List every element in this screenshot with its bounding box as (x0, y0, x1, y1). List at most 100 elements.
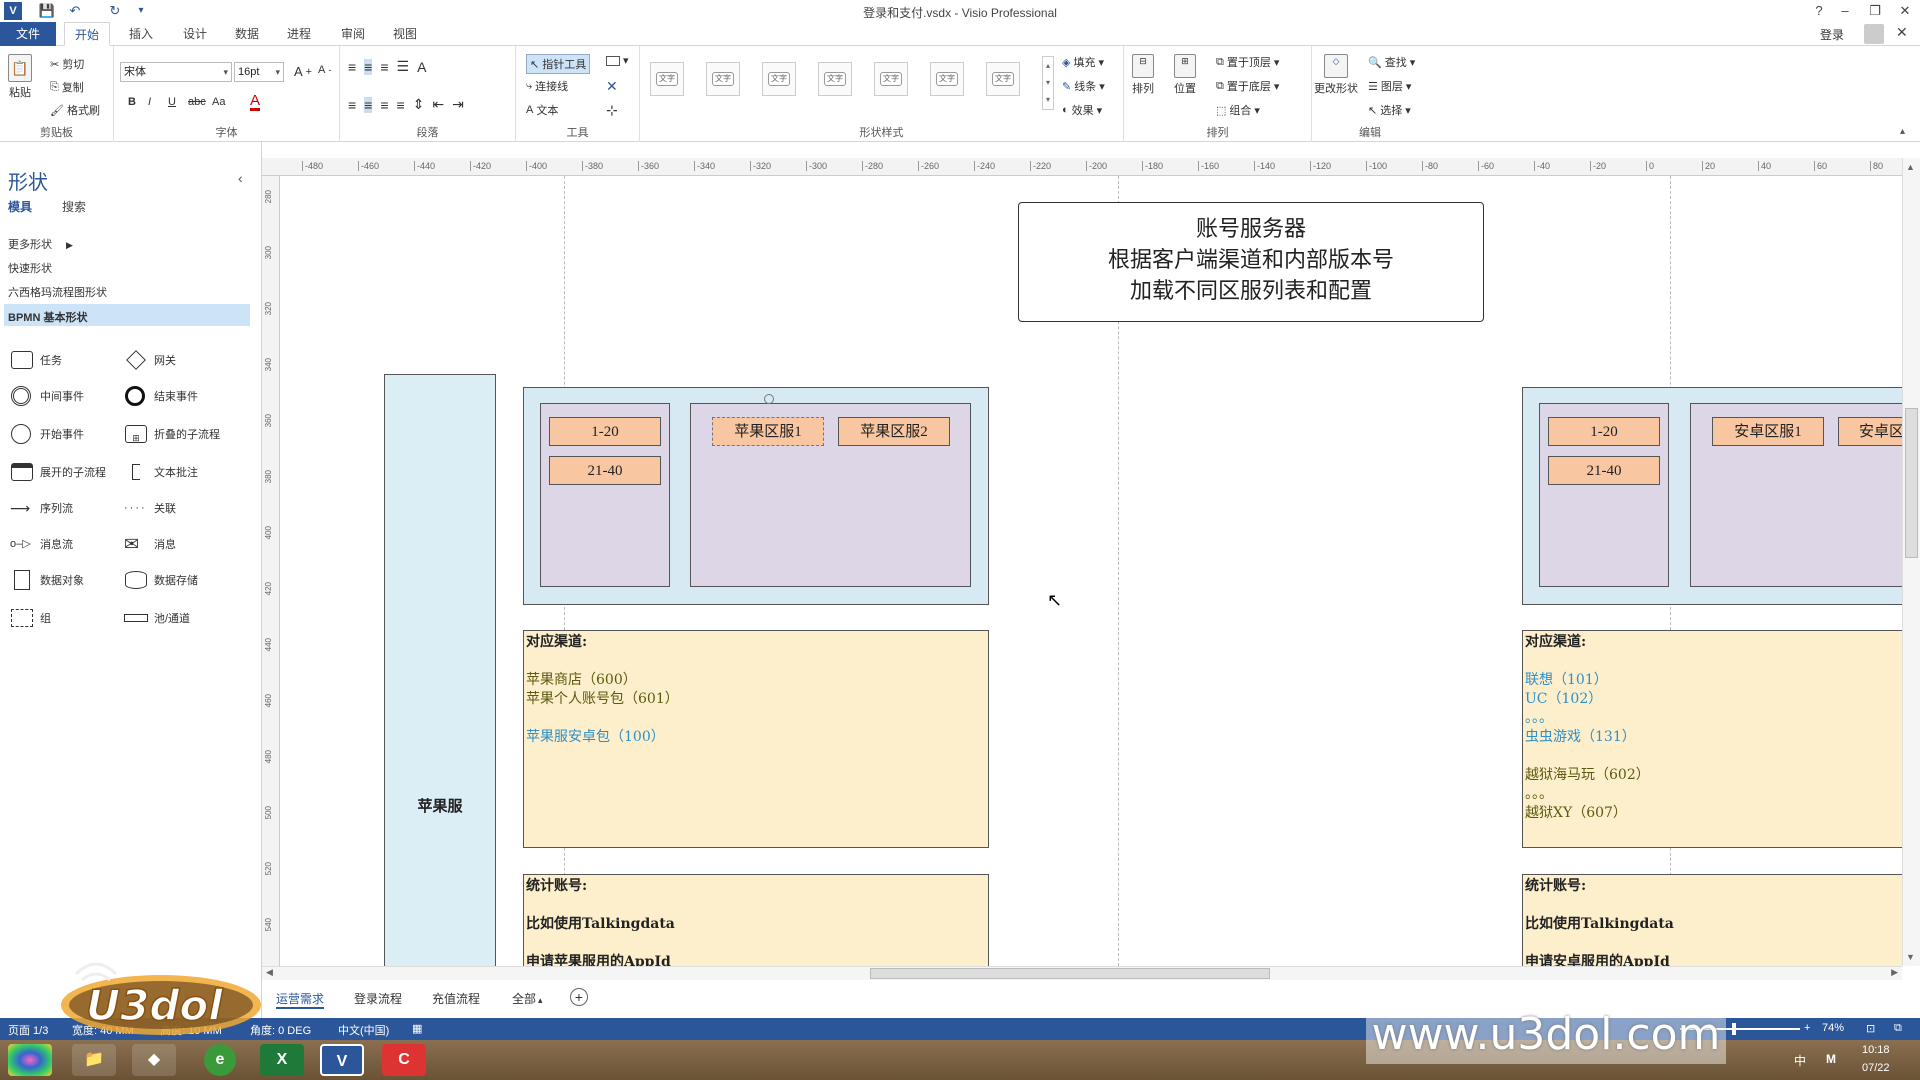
rotation-handle-icon[interactable] (764, 394, 774, 404)
italic-button[interactable]: I (148, 96, 151, 108)
tab-process[interactable]: 进程 (276, 22, 322, 46)
vertical-scroll-thumb[interactable] (1905, 408, 1918, 558)
clock-date[interactable]: 07/22 (1862, 1062, 1890, 1074)
tab-data[interactable]: 数据 (224, 22, 270, 46)
tab-design[interactable]: 设计 (172, 22, 218, 46)
more-shapes-link[interactable]: 更多形状 ▶ (8, 236, 73, 252)
fill-button[interactable]: ◈ 填充 ▾ (1062, 54, 1104, 70)
delete-connector-icon[interactable]: ✕ (606, 78, 618, 95)
find-button[interactable]: 🔍 查找 ▾ (1368, 54, 1415, 70)
effects-button[interactable]: ◐ 效果 ▾ (1062, 102, 1102, 118)
clock-time[interactable]: 10:18 (1862, 1044, 1890, 1056)
shape-data-store[interactable]: 数据存储 (124, 570, 198, 590)
align-center-icon[interactable]: ≡ (364, 96, 373, 113)
text-tool-button[interactable]: A 文本 (526, 102, 558, 118)
apple-range-1-20[interactable]: 1-20 (549, 417, 661, 446)
zoom-slider-thumb[interactable] (1732, 1023, 1736, 1035)
cut-button[interactable]: ✂ 剪切 (50, 56, 84, 72)
style-swatch-3[interactable]: 文字 (762, 62, 796, 96)
horizontal-scroll-thumb[interactable] (870, 968, 1270, 979)
close-doc-icon[interactable]: ✕ (1896, 24, 1908, 41)
tab-home[interactable]: 开始 (64, 22, 110, 46)
shape-gateway[interactable]: 网关 (124, 350, 176, 370)
excel-taskbar-icon[interactable]: X (260, 1044, 304, 1076)
align-top-icon[interactable]: ≡ (348, 59, 356, 75)
fit-page-icon[interactable]: ⊡ (1866, 1022, 1875, 1035)
shape-expanded-subprocess[interactable]: 展开的子流程 (10, 462, 106, 482)
increase-indent-icon[interactable]: ⇥ (452, 96, 464, 113)
line-button[interactable]: ✎ 线条 ▾ (1062, 78, 1105, 94)
justify-icon[interactable]: ≡ (397, 97, 405, 113)
six-sigma-stencil-link[interactable]: 六西格玛流程图形状 (8, 284, 107, 300)
switch-windows-icon[interactable]: ⧉ (1894, 1022, 1902, 1035)
strikethrough-button[interactable]: abc (188, 96, 206, 108)
horizontal-scrollbar[interactable]: ◀ ▶ (262, 966, 1902, 980)
shape-collapsed-subprocess[interactable]: ⊞ 折叠的子流程 (124, 424, 220, 444)
font-size-select[interactable]: 16pt (234, 62, 284, 82)
shape-sequence-flow[interactable]: ⟶ 序列流 (10, 498, 73, 518)
ime-mode-indicator[interactable]: M (1826, 1052, 1836, 1066)
quick-shapes-link[interactable]: 快速形状 (8, 260, 52, 276)
shape-start-event[interactable]: 开始事件 (10, 424, 84, 444)
minimize-button[interactable]: – (1834, 2, 1856, 20)
layers-button[interactable]: ☰ 图层 ▾ (1368, 78, 1411, 94)
start-button-icon[interactable] (8, 1044, 52, 1076)
drawing-canvas[interactable]: 账号服务器 根据客户端渠道和内部版本号 加载不同区服列表和配置 苹果服 1-20… (280, 176, 1902, 966)
shape-association[interactable]: ···· 关联 (124, 498, 176, 518)
tab-search[interactable]: 搜索 (62, 198, 86, 215)
android-stats-note[interactable]: 统计账号: 比如使用Talkingdata 申请安卓服用的AppId (1522, 874, 1902, 966)
tab-insert[interactable]: 插入 (118, 22, 164, 46)
shrink-font-button[interactable]: A- (318, 64, 331, 76)
style-swatch-1[interactable]: 文字 (650, 62, 684, 96)
page-tab-recharge[interactable]: 充值流程 (432, 990, 480, 1007)
apple-stats-note[interactable]: 统计账号: 比如使用Talkingdata 申请苹果服用的AppId (523, 874, 989, 966)
help-button[interactable]: ? (1808, 2, 1830, 20)
shape-message-flow[interactable]: o–▷ 消息流 (10, 534, 73, 554)
bpmn-stencil-active[interactable]: BPMN 基本形状 (4, 304, 250, 326)
grow-font-button[interactable]: A + (294, 64, 312, 79)
align-bottom-icon[interactable]: ≡ (380, 59, 388, 75)
change-shape-button[interactable]: ◇ 更改形状 (1314, 54, 1358, 96)
vertical-align-buttons[interactable]: ≡ ≡ ≡ ☰ A (348, 58, 426, 75)
shape-intermediate-event[interactable]: 中间事件 (10, 386, 84, 406)
line-spacing-icon[interactable]: ⇕ (413, 96, 425, 113)
page-tab-login[interactable]: 登录流程 (354, 990, 402, 1007)
shape-data-object[interactable]: 数据对象 (10, 570, 84, 590)
recorder-taskbar-icon[interactable]: C (382, 1044, 426, 1076)
underline-button[interactable]: U (168, 96, 176, 108)
android-range-1-20[interactable]: 1-20 (1548, 417, 1660, 446)
apple-lane[interactable]: 苹果服 (384, 374, 496, 966)
scroll-up-icon[interactable]: ▲ (1906, 162, 1915, 172)
apple-range-21-40[interactable]: 21-40 (549, 456, 661, 485)
avatar[interactable] (1864, 24, 1884, 44)
horizontal-align-buttons[interactable]: ≡ ≡ ≡ ≡ ⇕ ⇤ ⇥ (348, 96, 464, 113)
page-tab-ops[interactable]: 运营需求 (276, 990, 325, 1009)
font-family-select[interactable]: 宋体 (120, 62, 232, 82)
style-swatch-2[interactable]: 文字 (706, 62, 740, 96)
rectangle-tool-button[interactable]: ▾ (606, 54, 629, 67)
collapse-ribbon-icon[interactable]: ▴ (1900, 126, 1905, 137)
position-button[interactable]: ⊞ 位置 (1174, 54, 1196, 96)
collapse-pane-icon[interactable]: ‹ (238, 170, 243, 186)
tab-stencils[interactable]: 模具 (8, 198, 32, 215)
style-swatch-5[interactable]: 文字 (874, 62, 908, 96)
copy-button[interactable]: ⎘ 复制 (50, 79, 84, 95)
scroll-right-icon[interactable]: ▶ (1891, 967, 1898, 978)
android-server-1[interactable]: 安卓区服1 (1712, 417, 1824, 446)
android-channels-note[interactable]: 对应渠道: 联想（101） UC（102） 。。。 虫虫游戏（131） 越狱海马… (1522, 630, 1902, 848)
shape-pool-lane[interactable]: 池/通道 (124, 608, 190, 628)
macro-record-icon[interactable]: ▦ (412, 1022, 422, 1035)
paste-button[interactable]: 📋 粘贴 (8, 54, 32, 100)
android-range-21-40[interactable]: 21-40 (1548, 456, 1660, 485)
tab-view[interactable]: 视图 (382, 22, 428, 46)
tab-file[interactable]: 文件 (0, 22, 56, 46)
scroll-left-icon[interactable]: ◀ (266, 967, 273, 978)
pointer-tool-button[interactable]: ↖ 指针工具 (526, 54, 591, 74)
restore-button[interactable]: ❐ (1864, 2, 1886, 20)
align-middle-icon[interactable]: ≡ (364, 58, 373, 75)
add-page-icon[interactable]: + (570, 988, 588, 1006)
apple-channels-note[interactable]: 对应渠道: 苹果商店（600） 苹果个人账号包（601） 苹果服安卓包（100） (523, 630, 989, 848)
align-left-icon[interactable]: ≡ (348, 97, 356, 113)
connection-point-icon[interactable]: ⊹ (606, 102, 618, 119)
send-to-back-button[interactable]: ⧉ 置于底层 ▾ (1216, 78, 1279, 94)
